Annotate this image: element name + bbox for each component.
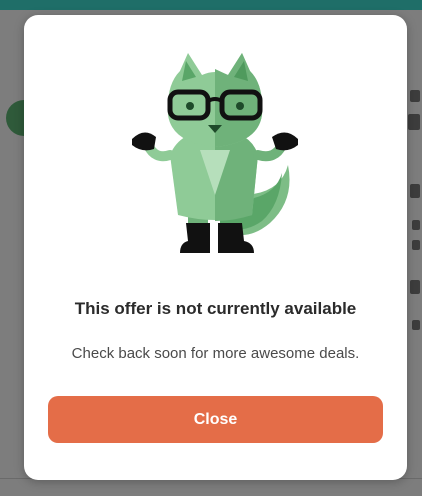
background-content: [406, 80, 422, 460]
modal-title: This offer is not currently available: [74, 299, 357, 318]
close-button[interactable]: Close: [48, 396, 383, 443]
top-bar: [0, 0, 422, 10]
modal-message: Check back soon for more awesome deals.: [71, 345, 360, 362]
offer-unavailable-modal: This offer is not currently available Ch…: [24, 15, 407, 480]
fox-mascot-illustration: [130, 45, 300, 260]
